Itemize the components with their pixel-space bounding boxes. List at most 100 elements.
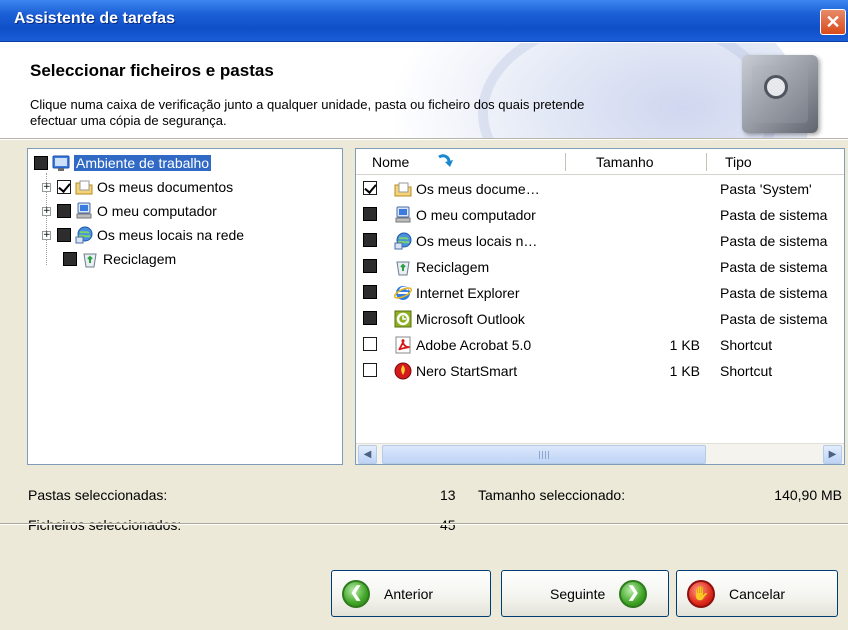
- row-checkbox[interactable]: [363, 285, 377, 299]
- network-icon: [75, 226, 93, 244]
- row-name: Internet Explorer: [416, 285, 520, 301]
- list-row[interactable]: Microsoft Outlook Pasta de sistema: [356, 306, 844, 332]
- recycle-bin-icon: [396, 261, 410, 276]
- row-size: 1 KB: [669, 363, 700, 379]
- next-arrow-icon: ❯: [619, 579, 648, 608]
- row-checkbox[interactable]: [363, 311, 377, 325]
- tree-item-network-places[interactable]: + Os meus locais na rede: [42, 224, 244, 246]
- computer-icon: [395, 206, 411, 223]
- back-arrow-icon: ❮: [342, 579, 370, 608]
- row-name: Nero StartSmart: [416, 363, 518, 379]
- row-checkbox[interactable]: [363, 207, 377, 221]
- desktop-icon: [52, 155, 70, 171]
- tree-item-label: Os meus documentos: [97, 179, 234, 195]
- footer-divider: [0, 523, 848, 525]
- cancel-button-label: Cancelar: [729, 585, 786, 602]
- column-header-name[interactable]: Nome: [366, 149, 409, 175]
- list-header: Nome Tamanho Tipo: [356, 149, 844, 175]
- window-title: Assistente de tarefas: [14, 10, 175, 27]
- list-row[interactable]: Reciclagem Pasta de sistema: [356, 254, 844, 280]
- row-name: Os meus docume…: [416, 181, 540, 197]
- folders-selected-label: Pastas seleccionadas:: [28, 487, 168, 503]
- network-icon: [394, 232, 412, 250]
- list-row[interactable]: O meu computador Pasta de sistema: [356, 202, 844, 228]
- sort-arrow-icon: [438, 154, 453, 167]
- row-name: Os meus locais n…: [416, 233, 538, 249]
- close-icon: ✕: [825, 12, 841, 32]
- tree-checkbox[interactable]: [57, 180, 71, 194]
- row-name: Adobe Acrobat 5.0: [416, 337, 532, 353]
- scroll-left-button[interactable]: ◀: [358, 445, 377, 464]
- list-row[interactable]: Os meus locais n… Pasta de sistema: [356, 228, 844, 254]
- recycle-bin-icon: [83, 253, 97, 268]
- nero-icon: [394, 362, 412, 380]
- row-type: Pasta 'System': [720, 181, 812, 197]
- back-button-label: Anterior: [384, 585, 434, 602]
- tree-item-my-documents[interactable]: + Os meus documentos: [42, 176, 233, 198]
- tree-item-label: O meu computador: [97, 203, 217, 219]
- acrobat-icon: [395, 336, 411, 354]
- row-checkbox[interactable]: [363, 363, 377, 377]
- row-type: Pasta de sistema: [720, 259, 828, 275]
- row-type: Pasta de sistema: [720, 233, 828, 249]
- stop-hand-icon: ✋: [687, 579, 715, 608]
- files-selected-value: 45: [440, 517, 456, 533]
- tree-item-desktop[interactable]: Ambiente de trabalho: [34, 152, 212, 174]
- page-title: Seleccionar ficheiros e pastas: [30, 61, 274, 80]
- file-list[interactable]: Nome Tamanho Tipo Os meus docume… Pasta …: [355, 148, 845, 465]
- tree-item-label: Os meus locais na rede: [97, 227, 245, 243]
- tree-item-recycle-bin[interactable]: Reciclagem: [63, 248, 176, 270]
- back-button[interactable]: ❮ Anterior: [331, 570, 491, 617]
- scroll-right-button[interactable]: ▶: [823, 445, 842, 464]
- folders-selected-value: 13: [440, 487, 456, 503]
- page-description: Clique numa caixa de verificação junto a…: [30, 97, 585, 128]
- internet-explorer-icon: [394, 286, 412, 300]
- next-button-label: Seguinte: [550, 585, 606, 602]
- tree-checkbox[interactable]: [63, 252, 77, 266]
- folder-tree[interactable]: Ambiente de trabalho + Os meus documento…: [27, 148, 343, 465]
- next-button[interactable]: Seguinte ❯: [501, 570, 669, 617]
- computer-icon: [76, 202, 92, 219]
- row-type: Pasta de sistema: [720, 207, 828, 223]
- tree-checkbox[interactable]: [34, 156, 48, 170]
- row-checkbox[interactable]: [363, 233, 377, 247]
- list-row[interactable]: Internet Explorer Pasta de sistema: [356, 280, 844, 306]
- close-button[interactable]: ✕: [820, 9, 846, 35]
- title-bar: Assistente de tarefas ✕: [0, 0, 848, 42]
- wizard-header: Seleccionar ficheiros e pastas Clique nu…: [0, 43, 848, 139]
- safe-icon: [742, 55, 818, 133]
- row-name: Microsoft Outlook: [416, 311, 525, 327]
- row-type: Shortcut: [720, 337, 773, 353]
- row-name: O meu computador: [416, 207, 536, 223]
- tree-item-label: Ambiente de trabalho: [74, 155, 212, 171]
- row-name: Reciclagem: [416, 259, 490, 275]
- wizard-body: Ambiente de trabalho + Os meus documento…: [0, 140, 848, 630]
- size-selected-value: 140,90 MB: [774, 487, 842, 503]
- row-size: 1 KB: [669, 337, 700, 353]
- tree-checkbox[interactable]: [57, 204, 71, 218]
- tree-item-my-computer[interactable]: + O meu computador: [42, 200, 217, 222]
- expand-icon[interactable]: +: [42, 182, 51, 192]
- expand-icon[interactable]: +: [42, 206, 51, 216]
- column-header-type[interactable]: Tipo: [719, 149, 752, 175]
- tree-checkbox[interactable]: [57, 228, 71, 242]
- documents-folder-icon: [75, 180, 93, 195]
- list-row[interactable]: Os meus docume… Pasta 'System': [356, 176, 844, 202]
- row-type: Pasta de sistema: [720, 311, 828, 327]
- list-row[interactable]: Nero StartSmart 1 KB Shortcut: [356, 358, 844, 384]
- row-type: Shortcut: [720, 363, 773, 379]
- list-row[interactable]: Adobe Acrobat 5.0 1 KB Shortcut: [356, 332, 844, 358]
- column-header-size[interactable]: Tamanho: [590, 149, 654, 175]
- scroll-thumb[interactable]: [382, 445, 706, 464]
- tree-item-label: Reciclagem: [103, 251, 177, 267]
- row-checkbox[interactable]: [363, 259, 377, 273]
- expand-icon[interactable]: +: [42, 230, 51, 240]
- size-selected-label: Tamanho seleccionado:: [478, 487, 626, 503]
- row-checkbox[interactable]: [363, 337, 377, 351]
- cancel-button[interactable]: ✋ Cancelar: [676, 570, 838, 617]
- horizontal-scrollbar[interactable]: ◀ ▶: [356, 443, 844, 464]
- documents-folder-icon: [394, 182, 412, 197]
- row-checkbox[interactable]: [363, 181, 377, 195]
- row-type: Pasta de sistema: [720, 285, 828, 301]
- outlook-icon: [394, 310, 412, 328]
